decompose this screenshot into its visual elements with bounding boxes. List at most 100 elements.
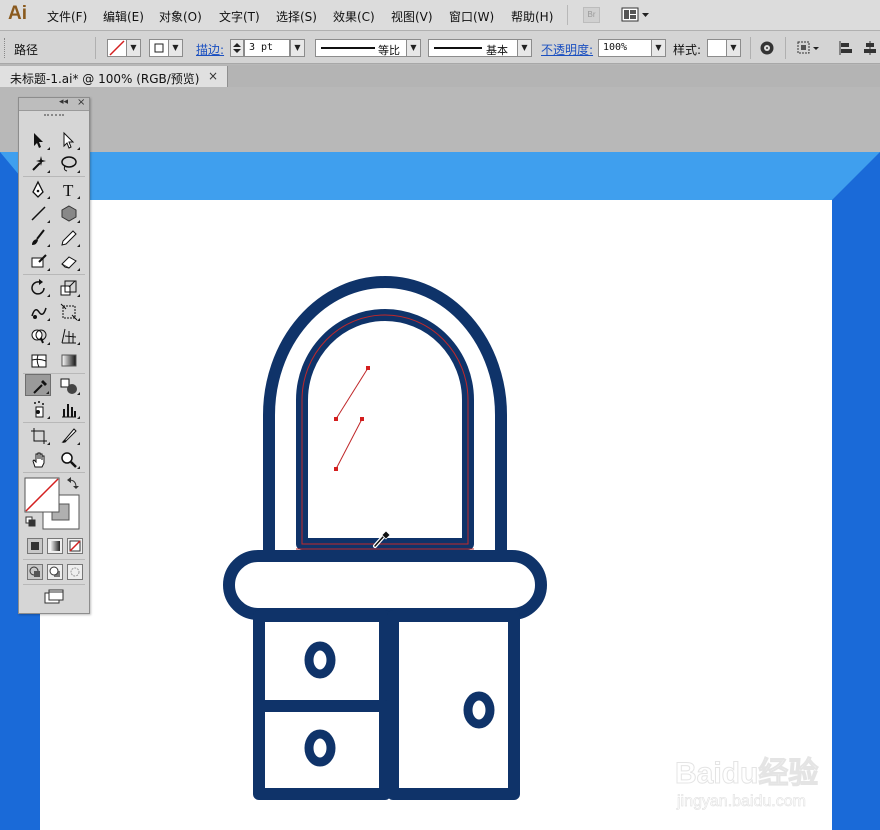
menu-edit[interactable]: 编辑(E) <box>103 8 144 25</box>
opacity-input[interactable]: 100% <box>598 39 652 57</box>
menu-view[interactable]: 视图(V) <box>391 8 433 25</box>
menu-bar: Ai 文件(F) 编辑(E) 对象(O) 文字(T) 选择(S) 效果(C) 视… <box>0 0 880 31</box>
anchor-point[interactable] <box>334 417 338 421</box>
graphic-style-dropdown[interactable]: ▼ <box>726 39 741 57</box>
free-transform-tool[interactable] <box>55 300 81 322</box>
canvas-area[interactable]: Baidu经验 jingyan.baidu.com <box>0 87 880 830</box>
polygon-tool[interactable] <box>55 202 81 224</box>
blue-frame-top <box>0 152 880 200</box>
menu-select[interactable]: 选择(S) <box>276 8 317 25</box>
blob-brush-tool[interactable] <box>25 250 51 272</box>
recolor-artwork-button[interactable] <box>759 40 775 59</box>
graphic-style-swatch[interactable] <box>707 39 727 57</box>
tool-flyout-indicator <box>47 342 50 345</box>
eraser-tool[interactable] <box>55 250 81 272</box>
eyedropper-tool[interactable] <box>25 374 51 396</box>
document-tab[interactable]: 未标题-1.ai* @ 100% (RGB/预览) × <box>0 66 228 87</box>
bridge-button[interactable]: Br <box>583 7 600 23</box>
opacity-label[interactable]: 不透明度: <box>541 41 593 58</box>
isolate-icon <box>797 41 819 54</box>
brush-select[interactable]: 基本 <box>428 39 518 57</box>
stroke-dropdown[interactable]: ▼ <box>168 39 183 57</box>
tools-panel-grip[interactable] <box>19 111 89 119</box>
opacity-dropdown[interactable]: ▼ <box>651 39 666 57</box>
fill-swatch[interactable] <box>107 39 127 57</box>
tool-divider <box>23 422 85 423</box>
rotate-tool[interactable] <box>25 276 51 298</box>
gradient-tool[interactable] <box>55 349 81 371</box>
draw-inside-button[interactable] <box>67 564 83 580</box>
pen-tool[interactable] <box>25 178 51 200</box>
draw-behind-button[interactable] <box>47 564 63 580</box>
artboard-tool[interactable] <box>25 424 51 446</box>
menu-file[interactable]: 文件(F) <box>47 8 87 25</box>
menu-type[interactable]: 文字(T) <box>219 8 260 25</box>
direct-selection-tool[interactable] <box>55 129 81 151</box>
symbol-sprayer-icon <box>34 401 44 418</box>
none-icon <box>69 540 81 552</box>
tool-flyout-indicator <box>77 147 80 150</box>
type-tool[interactable]: T <box>55 178 81 200</box>
control-bar: 路径 ▼ ▼ 描边: 3 pt ▼ 等比 ▼ 基本 ▼ 不透明度: 100% ▼… <box>0 31 880 64</box>
slice-tool[interactable] <box>55 424 81 446</box>
symbol-sprayer-tool[interactable] <box>25 398 51 420</box>
magic-wand-tool[interactable] <box>25 152 51 174</box>
gradient-mode-button[interactable] <box>47 538 63 554</box>
eraser-icon <box>61 256 77 269</box>
scale-tool[interactable] <box>55 276 81 298</box>
close-panel-icon[interactable]: × <box>77 97 85 108</box>
isolate-group-button[interactable] <box>797 40 823 59</box>
pen-icon <box>32 180 44 198</box>
collapse-panel-icon[interactable]: ◂◂ <box>59 97 68 107</box>
tool-flyout-indicator <box>77 416 80 419</box>
tool-divider <box>23 176 85 177</box>
close-tab-icon[interactable]: × <box>208 69 218 83</box>
anchor-point[interactable] <box>360 417 364 421</box>
menu-effect[interactable]: 效果(C) <box>333 8 375 25</box>
blend-tool[interactable] <box>55 374 81 396</box>
selection-tool[interactable] <box>25 129 51 151</box>
mesh-tool[interactable] <box>25 349 51 371</box>
hand-tool[interactable] <box>25 448 51 470</box>
control-bar-grip[interactable] <box>4 38 7 58</box>
paintbrush-tool[interactable] <box>25 226 51 248</box>
anchor-point[interactable] <box>366 366 370 370</box>
stroke-swatch[interactable] <box>149 39 169 57</box>
menu-object[interactable]: 对象(O) <box>159 8 202 25</box>
draw-normal-button[interactable] <box>27 564 43 580</box>
fill-dropdown[interactable]: ▼ <box>126 39 141 57</box>
pencil-tool[interactable] <box>55 226 81 248</box>
stroke-weight-input[interactable]: 3 pt <box>244 39 290 57</box>
tools-panel[interactable]: ◂◂ × T <box>18 97 90 614</box>
stroke-weight-stepper[interactable] <box>230 39 244 57</box>
menu-window[interactable]: 窗口(W) <box>449 8 494 25</box>
brush-dropdown[interactable]: ▼ <box>517 39 532 57</box>
width-profile-select[interactable]: 等比 <box>315 39 407 57</box>
draw-behind-icon <box>49 566 60 577</box>
stroke-label[interactable]: 描边: <box>196 41 224 58</box>
warp-tool[interactable] <box>25 300 51 322</box>
screen-mode-button[interactable] <box>43 588 67 606</box>
fill-stroke-swatches[interactable] <box>23 476 83 532</box>
lasso-tool[interactable] <box>55 152 81 174</box>
polygon-icon <box>61 205 77 222</box>
line-tool[interactable] <box>25 202 51 224</box>
tool-flyout-indicator <box>77 244 80 247</box>
align-left-button[interactable] <box>838 40 854 59</box>
tools-panel-header[interactable]: ◂◂ × <box>19 97 89 111</box>
menu-help[interactable]: 帮助(H) <box>511 8 553 25</box>
width-profile-dropdown[interactable]: ▼ <box>406 39 421 57</box>
color-mode-button[interactable] <box>27 538 43 554</box>
anchor-point[interactable] <box>334 467 338 471</box>
tool-flyout-indicator <box>47 170 50 173</box>
zoom-tool[interactable] <box>55 448 81 470</box>
paintbrush-icon <box>32 229 45 245</box>
align-center-button[interactable] <box>862 40 878 59</box>
perspective-grid-tool[interactable] <box>55 324 81 346</box>
shape-builder-tool[interactable] <box>25 324 51 346</box>
brush-label: 基本 <box>486 44 508 57</box>
column-graph-tool[interactable] <box>55 398 81 420</box>
none-mode-button[interactable] <box>67 538 83 554</box>
stroke-weight-dropdown[interactable]: ▼ <box>290 39 305 57</box>
workspace-switcher-button[interactable] <box>620 6 652 24</box>
